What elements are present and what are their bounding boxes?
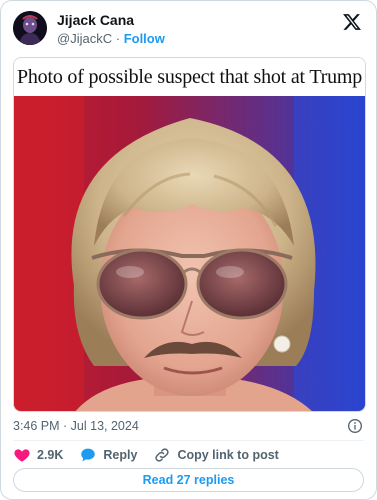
copy-link-button[interactable]: Copy link to post [153,446,279,464]
separator-dot: · [115,31,121,46]
divider [13,440,364,441]
copy-link-label: Copy link to post [177,448,279,462]
action-bar: 2.9K Reply Copy link to post [13,445,364,465]
follow-button[interactable]: Follow [124,31,165,46]
read-replies-label: Read 27 replies [142,473,235,487]
x-logo-icon[interactable] [342,12,362,32]
read-replies-button[interactable]: Read 27 replies [13,468,364,492]
link-icon [153,446,171,464]
tweet-timestamp[interactable]: 3:46 PM · Jul 13, 2024 [13,419,139,433]
tweet-card: Jijack Cana @JijackC · Follow Photo of p… [0,0,377,500]
info-icon[interactable] [347,418,363,434]
headline-strip: Photo of possible suspect that shot at T… [14,58,365,96]
heart-icon [13,446,31,464]
media-headline: Photo of possible suspect that shot at T… [16,65,363,88]
like-count: 2.9K [37,448,64,462]
author-block: Jijack Cana @JijackC · Follow [57,12,165,47]
tweet-media[interactable]: Photo of possible suspect that shot at T… [13,57,366,412]
reply-label: Reply [103,448,138,462]
media-photo[interactable] [14,96,365,411]
like-button[interactable]: 2.9K [13,446,63,464]
speech-bubble-icon [79,446,97,464]
author-display-name[interactable]: Jijack Cana [57,12,165,29]
author-handle[interactable]: @JijackC [57,31,112,46]
reply-button[interactable]: Reply [79,446,137,464]
tweet-header: Jijack Cana @JijackC · Follow [13,11,364,51]
avatar[interactable] [13,11,47,45]
handle-row: @JijackC · Follow [57,31,165,47]
